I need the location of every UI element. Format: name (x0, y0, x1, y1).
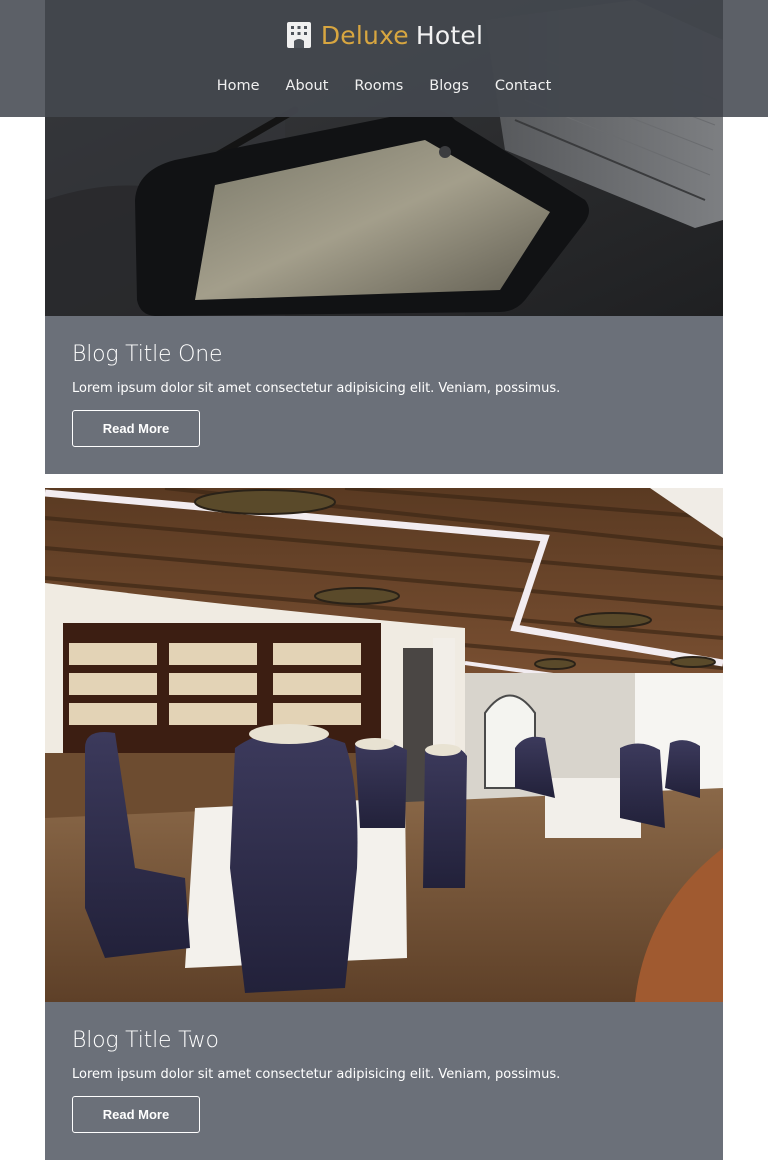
blog-page: Blog Title One Lorem ipsum dolor sit ame… (0, 0, 768, 1160)
post-excerpt: Lorem ipsum dolor sit amet consectetur a… (72, 381, 561, 396)
nav-item-about[interactable]: About (286, 78, 329, 94)
brand-name: Hotel (415, 20, 484, 50)
post-title: Blog Title One (72, 342, 223, 367)
read-more-button[interactable]: Read More (72, 410, 200, 447)
hotel-building-icon (285, 21, 313, 49)
post-excerpt: Lorem ipsum dolor sit amet consectetur a… (72, 1067, 561, 1082)
brand-logo[interactable]: Deluxe Hotel (45, 18, 723, 52)
brand-name-accent: Deluxe (320, 20, 409, 50)
read-more-button[interactable]: Read More (72, 1096, 200, 1133)
nav-item-home[interactable]: Home (217, 78, 260, 94)
main-nav: Home About Rooms Blogs Contact (45, 74, 723, 98)
post-title: Blog Title Two (72, 1028, 219, 1053)
header-inner: Deluxe Hotel Home About Rooms Blogs Cont… (45, 0, 723, 117)
post-image-restaurant (45, 488, 723, 1002)
nav-item-contact[interactable]: Contact (495, 78, 551, 94)
site-header: Deluxe Hotel Home About Rooms Blogs Cont… (0, 0, 768, 117)
post-panel: Blog Title One Lorem ipsum dolor sit ame… (45, 316, 723, 474)
nav-item-rooms[interactable]: Rooms (354, 78, 403, 94)
post-panel: Blog Title Two Lorem ipsum dolor sit ame… (45, 1002, 723, 1160)
nav-item-blogs[interactable]: Blogs (429, 78, 469, 94)
